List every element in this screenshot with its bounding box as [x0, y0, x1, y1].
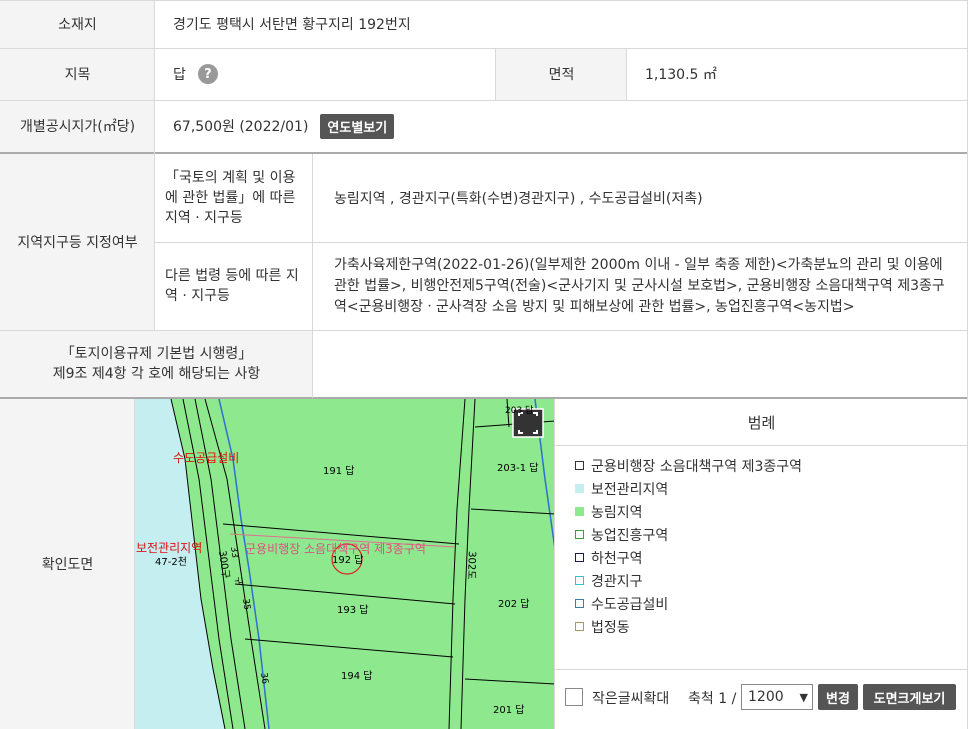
legend-swatch	[575, 530, 584, 539]
map-svg: 수도공급설비 보전관리지역 47-2천 군용비행장 소음대책구역 제3종구역 1…	[135, 399, 555, 729]
other-law-value: 가축사육제한구역(2022-01-26)(일부제한 2000m 이내 - 일부 …	[313, 242, 968, 330]
legend-item: 법정동	[575, 615, 968, 638]
map-label-lot-203: 203 답	[505, 404, 533, 416]
enlarge-text-checkbox[interactable]	[565, 688, 583, 706]
map-label-lot-201: 201 답	[493, 704, 524, 716]
legend-label: 수도공급설비	[591, 596, 669, 613]
legend-item: 보전관리지역	[575, 477, 968, 500]
area-label: 면적	[496, 48, 627, 100]
map-label-road-302: 302도	[465, 551, 477, 580]
legend-panel: 범례 군용비행장 소음대책구역 제3종구역보전관리지역농림지역농업진흥구역하천구…	[555, 399, 968, 669]
map-label-lot-472: 47-2천	[155, 556, 187, 568]
map-label-lot-202: 202 답	[498, 598, 529, 610]
legend-item: 군용비행장 소음대책구역 제3종구역	[575, 454, 968, 477]
legend-swatch	[575, 622, 584, 631]
legend-swatch	[575, 599, 584, 608]
map-label-conservation: 보전관리지역	[136, 541, 202, 555]
help-icon[interactable]: ?	[197, 64, 218, 84]
map-label-noise: 군용비행장 소음대책구역 제3종구역	[245, 541, 426, 556]
map-label-lot-35: 35	[240, 598, 251, 611]
legend-label: 하천구역	[591, 550, 643, 567]
area-value: 1,130.5 ㎡	[627, 48, 968, 100]
map-label-lot-33: 33	[228, 546, 239, 559]
yearly-view-button[interactable]: 연도별보기	[320, 113, 395, 139]
legend-swatch	[575, 484, 584, 493]
national-law-label: 「국토의 계획 및 이용에 관한 법률」에 따른 지역 · 지구등	[155, 154, 313, 242]
map-label-lot-25: 구	[232, 576, 244, 586]
chevron-down-icon: ▼	[799, 690, 808, 704]
legend-label: 농업진흥구역	[591, 527, 669, 544]
scale-value: 1200	[748, 689, 784, 705]
map-label-lot-193: 193 답	[337, 604, 368, 616]
legend-label: 법정동	[591, 619, 630, 636]
legend-list: 군용비행장 소음대책구역 제3종구역보전관리지역농림지역농업진흥구역하천구역경관…	[555, 446, 968, 638]
legend-label: 군용비행장 소음대책구역 제3종구역	[591, 458, 803, 475]
change-scale-button[interactable]: 변경	[818, 684, 858, 710]
decree-value	[313, 330, 968, 398]
enlarge-text-label[interactable]: 작은글씨확대	[592, 688, 669, 708]
map-label-water: 수도공급설비	[173, 451, 239, 465]
enlarge-map-button[interactable]: 도면크게보기	[863, 684, 956, 710]
map-controls: 작은글씨확대 축척 1 / 1200 ▼ 변경 도면크게보기	[555, 670, 968, 729]
legend-swatch	[575, 507, 584, 516]
legend-item: 하천구역	[575, 546, 968, 569]
location-value: 경기도 평택시 서탄면 황구지리 192번지	[155, 0, 968, 48]
national-law-value: 농림지역 , 경관지구(특화(수변)경관지구) , 수도공급설비(저촉)	[313, 154, 968, 242]
map-label-lot-191: 191 답	[323, 465, 354, 477]
legend-item: 농림지역	[575, 500, 968, 523]
legend-title: 범례	[555, 399, 968, 446]
land-category-value: 답	[173, 67, 186, 83]
legend-swatch	[575, 576, 584, 585]
official-price-value: 67,500원 (2022/01)	[173, 119, 309, 135]
official-price-label: 개별공시지가(㎡당)	[0, 100, 155, 152]
legend-swatch	[575, 553, 584, 562]
legend-label: 농림지역	[591, 504, 643, 521]
decree-label-line1: 「토지이용규제 기본법 시행령」	[60, 346, 253, 362]
official-price-cell: 67,500원 (2022/01) 연도별보기	[155, 100, 968, 152]
legend-label: 보전관리지역	[591, 481, 669, 498]
scale-select[interactable]: 1200 ▼	[741, 684, 813, 710]
map-label-lot-192: 192 답	[332, 554, 363, 566]
decree-label-line2: 제9조 제4항 각 호에 해당되는 사항	[52, 366, 261, 382]
scale-label: 축척 1 /	[688, 691, 737, 707]
legend-item: 경관지구	[575, 569, 968, 592]
land-category-label: 지목	[0, 48, 155, 100]
map-label-lot-36: 36	[258, 672, 270, 685]
map-label: 확인도면	[0, 399, 135, 729]
map-label-lot-194: 194 답	[341, 670, 372, 682]
location-label: 소재지	[0, 0, 155, 48]
zoning-label: 지역지구등 지정여부	[0, 154, 155, 330]
land-category-cell: 답 ?	[155, 48, 496, 100]
confirmation-map[interactable]: 수도공급설비 보전관리지역 47-2천 군용비행장 소음대책구역 제3종구역 1…	[135, 399, 555, 729]
legend-item: 수도공급설비	[575, 592, 968, 615]
legend-item: 농업진흥구역	[575, 523, 968, 546]
legend-swatch	[575, 461, 584, 470]
map-label-lot-2031: 203-1 답	[497, 462, 538, 474]
other-law-label: 다른 법령 등에 따른 지역 · 지구등	[155, 242, 313, 330]
legend-label: 경관지구	[591, 573, 643, 590]
decree-label: 「토지이용규제 기본법 시행령」 제9조 제4항 각 호에 해당되는 사항	[0, 330, 313, 398]
